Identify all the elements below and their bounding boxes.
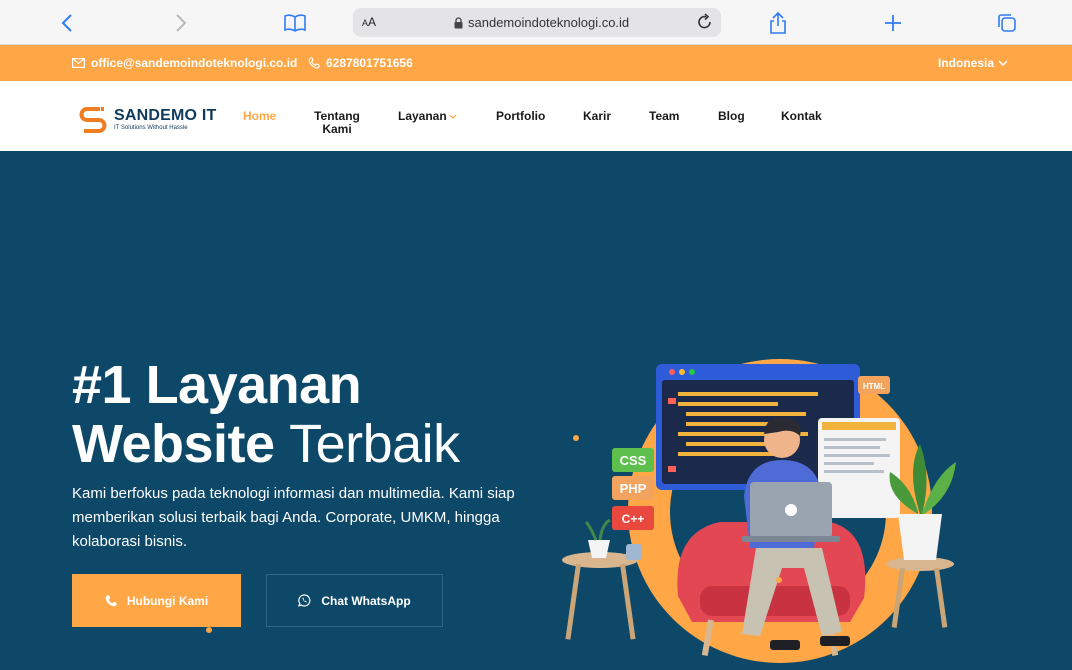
lock-icon [454, 16, 463, 34]
nav-home[interactable]: Home [243, 110, 276, 123]
cpp-badge-label: C++ [622, 512, 645, 526]
hero-title-highlight: Terbaik [289, 414, 460, 474]
decor-dot [776, 577, 782, 583]
text-size-button[interactable]: AAAA [362, 15, 376, 29]
decor-dot [206, 627, 212, 633]
side-table-left [562, 518, 642, 640]
chat-whatsapp-button[interactable]: Chat WhatsApp [266, 574, 443, 627]
phone-icon [308, 57, 320, 69]
nav-layanan-label: Layanan [398, 109, 447, 123]
php-badge-label: PHP [620, 481, 647, 496]
nav-blog[interactable]: Blog [718, 110, 745, 123]
site-logo[interactable]: SANDEMO IT IT Solutions Without Hassle [76, 103, 216, 137]
html-badge-label: HTML [863, 382, 885, 391]
nav-team[interactable]: Team [649, 110, 679, 123]
nav-kontak[interactable]: Kontak [781, 110, 822, 123]
whatsapp-icon [298, 594, 311, 607]
logo-mark-icon [79, 107, 107, 133]
hero-description: Kami berfokus pada teknologi informasi d… [72, 485, 515, 550]
mail-icon [72, 58, 85, 68]
nav-portfolio[interactable]: Portfolio [496, 110, 545, 123]
nav-karir[interactable]: Karir [583, 110, 611, 123]
hero-title-line1: #1 Layanan [72, 355, 362, 415]
language-dropdown[interactable]: Indonesia [938, 56, 1008, 70]
bookmarks-icon[interactable] [280, 8, 310, 38]
css-badge-label: CSS [620, 453, 647, 468]
email-text: office@sandemoindoteknologi.co.id [91, 56, 298, 70]
phone-text: 6287801751656 [326, 56, 413, 70]
hero-title-line2: Website Terbaik [72, 415, 460, 473]
language-label: Indonesia [938, 56, 995, 70]
html-badge: HTML [858, 376, 890, 394]
browser-toolbar: AAAA sandemoindoteknologi.co.id [0, 0, 1072, 45]
css-badge: CSS [612, 448, 654, 472]
hero-illustration: HTML CSS PHP C++ [562, 359, 956, 663]
back-icon[interactable] [52, 8, 82, 38]
tabs-overview-icon[interactable] [992, 8, 1022, 38]
new-tab-icon[interactable] [878, 8, 908, 38]
phone-link[interactable]: 6287801751656 [308, 56, 413, 70]
main-navbar: SANDEMO IT IT Solutions Without Hassle H… [0, 81, 1072, 151]
cpp-badge: C++ [612, 506, 654, 530]
share-icon[interactable] [763, 8, 793, 38]
chevron-down-icon [449, 114, 457, 119]
logo-name: SANDEMO IT [114, 107, 217, 124]
phone-icon [105, 595, 117, 606]
email-link[interactable]: office@sandemoindoteknologi.co.id [72, 56, 297, 70]
chevron-down-icon [998, 60, 1008, 66]
chat-whatsapp-label: Chat WhatsApp [321, 593, 411, 608]
nav-layanan[interactable]: Layanan [398, 110, 457, 123]
url-text: sandemoindoteknologi.co.id [468, 15, 630, 30]
contact-topbar: office@sandemoindoteknologi.co.id 628780… [0, 45, 1072, 81]
address-bar[interactable]: AAAA sandemoindoteknologi.co.id [353, 8, 721, 37]
forward-icon[interactable] [166, 8, 196, 38]
contact-us-button[interactable]: Hubungi Kami [72, 574, 241, 627]
laptop [742, 482, 840, 542]
hero-title-bold: Website [72, 414, 275, 474]
contact-us-label: Hubungi Kami [126, 593, 209, 608]
php-badge: PHP [612, 476, 654, 500]
logo-tagline: IT Solutions Without Hassle [114, 125, 188, 131]
reload-icon[interactable] [697, 13, 713, 36]
hero-section: #1 Layanan Website Terbaik Kami berfokus… [0, 151, 1072, 670]
nav-tentang-kami[interactable]: Tentang Kami [313, 110, 361, 136]
